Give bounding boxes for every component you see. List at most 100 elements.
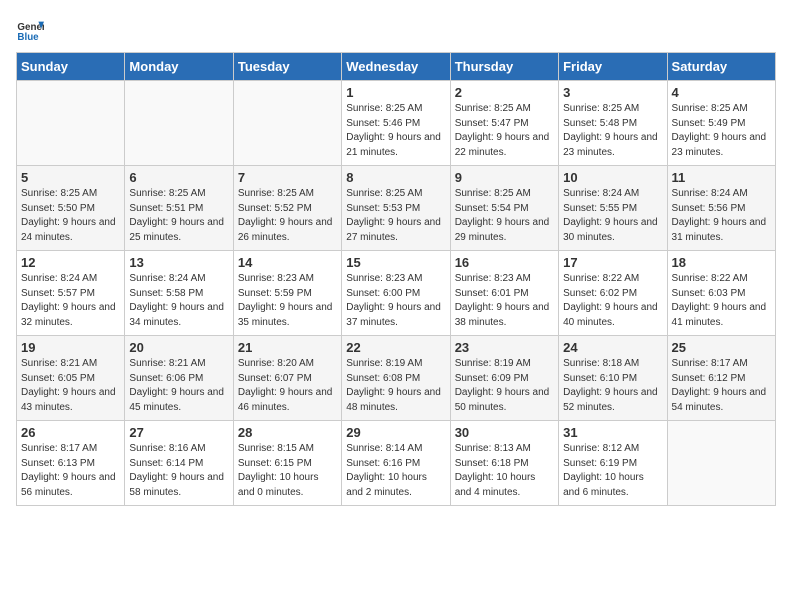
header: General Blue bbox=[16, 16, 776, 44]
daylight-text: Daylight: 9 hours and 56 minutes. bbox=[21, 472, 116, 498]
sunset-text: Sunset: 6:14 PM bbox=[129, 458, 203, 469]
day-number: 4 bbox=[672, 85, 771, 100]
logo-icon: General Blue bbox=[16, 16, 44, 44]
calendar-cell: 16 Sunrise: 8:23 AM Sunset: 6:01 PM Dayl… bbox=[450, 251, 558, 336]
sunset-text: Sunset: 6:03 PM bbox=[672, 288, 746, 299]
sunrise-text: Sunrise: 8:21 AM bbox=[129, 358, 205, 369]
daylight-text: Daylight: 9 hours and 27 minutes. bbox=[346, 217, 441, 243]
day-number: 15 bbox=[346, 255, 445, 270]
day-number: 24 bbox=[563, 340, 662, 355]
weekday-header-tuesday: Tuesday bbox=[233, 53, 341, 81]
sunset-text: Sunset: 6:08 PM bbox=[346, 373, 420, 384]
sunset-text: Sunset: 5:52 PM bbox=[238, 203, 312, 214]
sunset-text: Sunset: 5:46 PM bbox=[346, 118, 420, 129]
sunset-text: Sunset: 5:54 PM bbox=[455, 203, 529, 214]
day-info: Sunrise: 8:18 AM Sunset: 6:10 PM Dayligh… bbox=[563, 357, 662, 415]
sunrise-text: Sunrise: 8:13 AM bbox=[455, 443, 531, 454]
day-number: 13 bbox=[129, 255, 228, 270]
daylight-text: Daylight: 9 hours and 26 minutes. bbox=[238, 217, 333, 243]
daylight-text: Daylight: 9 hours and 45 minutes. bbox=[129, 387, 224, 413]
sunrise-text: Sunrise: 8:17 AM bbox=[672, 358, 748, 369]
day-info: Sunrise: 8:15 AM Sunset: 6:15 PM Dayligh… bbox=[238, 442, 337, 500]
calendar-cell: 7 Sunrise: 8:25 AM Sunset: 5:52 PM Dayli… bbox=[233, 166, 341, 251]
calendar-cell: 21 Sunrise: 8:20 AM Sunset: 6:07 PM Dayl… bbox=[233, 336, 341, 421]
sunset-text: Sunset: 5:59 PM bbox=[238, 288, 312, 299]
sunset-text: Sunset: 6:09 PM bbox=[455, 373, 529, 384]
sunset-text: Sunset: 6:13 PM bbox=[21, 458, 95, 469]
day-number: 22 bbox=[346, 340, 445, 355]
daylight-text: Daylight: 9 hours and 48 minutes. bbox=[346, 387, 441, 413]
sunset-text: Sunset: 5:51 PM bbox=[129, 203, 203, 214]
calendar-cell: 1 Sunrise: 8:25 AM Sunset: 5:46 PM Dayli… bbox=[342, 81, 450, 166]
daylight-text: Daylight: 10 hours and 4 minutes. bbox=[455, 472, 536, 498]
daylight-text: Daylight: 9 hours and 35 minutes. bbox=[238, 302, 333, 328]
sunrise-text: Sunrise: 8:25 AM bbox=[238, 188, 314, 199]
day-info: Sunrise: 8:25 AM Sunset: 5:53 PM Dayligh… bbox=[346, 187, 445, 245]
week-row-2: 5 Sunrise: 8:25 AM Sunset: 5:50 PM Dayli… bbox=[17, 166, 776, 251]
calendar-cell: 23 Sunrise: 8:19 AM Sunset: 6:09 PM Dayl… bbox=[450, 336, 558, 421]
daylight-text: Daylight: 9 hours and 31 minutes. bbox=[672, 217, 767, 243]
sunrise-text: Sunrise: 8:23 AM bbox=[346, 273, 422, 284]
sunrise-text: Sunrise: 8:16 AM bbox=[129, 443, 205, 454]
sunset-text: Sunset: 6:07 PM bbox=[238, 373, 312, 384]
sunrise-text: Sunrise: 8:12 AM bbox=[563, 443, 639, 454]
calendar-cell bbox=[125, 81, 233, 166]
weekday-header-thursday: Thursday bbox=[450, 53, 558, 81]
day-info: Sunrise: 8:22 AM Sunset: 6:02 PM Dayligh… bbox=[563, 272, 662, 330]
day-number: 20 bbox=[129, 340, 228, 355]
daylight-text: Daylight: 9 hours and 43 minutes. bbox=[21, 387, 116, 413]
weekday-header-saturday: Saturday bbox=[667, 53, 775, 81]
sunrise-text: Sunrise: 8:24 AM bbox=[21, 273, 97, 284]
day-number: 2 bbox=[455, 85, 554, 100]
day-info: Sunrise: 8:23 AM Sunset: 6:00 PM Dayligh… bbox=[346, 272, 445, 330]
calendar-cell: 27 Sunrise: 8:16 AM Sunset: 6:14 PM Dayl… bbox=[125, 421, 233, 506]
sunset-text: Sunset: 6:18 PM bbox=[455, 458, 529, 469]
sunrise-text: Sunrise: 8:19 AM bbox=[346, 358, 422, 369]
sunrise-text: Sunrise: 8:23 AM bbox=[238, 273, 314, 284]
day-number: 29 bbox=[346, 425, 445, 440]
day-info: Sunrise: 8:25 AM Sunset: 5:51 PM Dayligh… bbox=[129, 187, 228, 245]
sunset-text: Sunset: 6:02 PM bbox=[563, 288, 637, 299]
sunset-text: Sunset: 5:49 PM bbox=[672, 118, 746, 129]
sunset-text: Sunset: 5:56 PM bbox=[672, 203, 746, 214]
week-row-3: 12 Sunrise: 8:24 AM Sunset: 5:57 PM Dayl… bbox=[17, 251, 776, 336]
sunset-text: Sunset: 6:06 PM bbox=[129, 373, 203, 384]
calendar-cell: 30 Sunrise: 8:13 AM Sunset: 6:18 PM Dayl… bbox=[450, 421, 558, 506]
day-info: Sunrise: 8:20 AM Sunset: 6:07 PM Dayligh… bbox=[238, 357, 337, 415]
daylight-text: Daylight: 9 hours and 22 minutes. bbox=[455, 132, 550, 158]
calendar-cell: 22 Sunrise: 8:19 AM Sunset: 6:08 PM Dayl… bbox=[342, 336, 450, 421]
sunrise-text: Sunrise: 8:19 AM bbox=[455, 358, 531, 369]
sunrise-text: Sunrise: 8:22 AM bbox=[672, 273, 748, 284]
calendar-cell: 15 Sunrise: 8:23 AM Sunset: 6:00 PM Dayl… bbox=[342, 251, 450, 336]
day-number: 3 bbox=[563, 85, 662, 100]
sunrise-text: Sunrise: 8:25 AM bbox=[455, 103, 531, 114]
daylight-text: Daylight: 10 hours and 6 minutes. bbox=[563, 472, 644, 498]
day-number: 26 bbox=[21, 425, 120, 440]
daylight-text: Daylight: 9 hours and 25 minutes. bbox=[129, 217, 224, 243]
day-info: Sunrise: 8:24 AM Sunset: 5:57 PM Dayligh… bbox=[21, 272, 120, 330]
daylight-text: Daylight: 9 hours and 58 minutes. bbox=[129, 472, 224, 498]
daylight-text: Daylight: 9 hours and 38 minutes. bbox=[455, 302, 550, 328]
sunrise-text: Sunrise: 8:25 AM bbox=[21, 188, 97, 199]
calendar-cell: 6 Sunrise: 8:25 AM Sunset: 5:51 PM Dayli… bbox=[125, 166, 233, 251]
day-number: 8 bbox=[346, 170, 445, 185]
calendar-cell: 25 Sunrise: 8:17 AM Sunset: 6:12 PM Dayl… bbox=[667, 336, 775, 421]
calendar-cell bbox=[233, 81, 341, 166]
daylight-text: Daylight: 9 hours and 50 minutes. bbox=[455, 387, 550, 413]
sunrise-text: Sunrise: 8:25 AM bbox=[346, 188, 422, 199]
sunrise-text: Sunrise: 8:15 AM bbox=[238, 443, 314, 454]
calendar-cell: 19 Sunrise: 8:21 AM Sunset: 6:05 PM Dayl… bbox=[17, 336, 125, 421]
sunrise-text: Sunrise: 8:23 AM bbox=[455, 273, 531, 284]
svg-text:Blue: Blue bbox=[17, 32, 39, 43]
sunrise-text: Sunrise: 8:17 AM bbox=[21, 443, 97, 454]
day-info: Sunrise: 8:23 AM Sunset: 5:59 PM Dayligh… bbox=[238, 272, 337, 330]
daylight-text: Daylight: 9 hours and 21 minutes. bbox=[346, 132, 441, 158]
sunrise-text: Sunrise: 8:24 AM bbox=[672, 188, 748, 199]
sunrise-text: Sunrise: 8:24 AM bbox=[563, 188, 639, 199]
day-number: 30 bbox=[455, 425, 554, 440]
calendar-cell bbox=[17, 81, 125, 166]
sunrise-text: Sunrise: 8:25 AM bbox=[563, 103, 639, 114]
weekday-header-row: SundayMondayTuesdayWednesdayThursdayFrid… bbox=[17, 53, 776, 81]
daylight-text: Daylight: 9 hours and 34 minutes. bbox=[129, 302, 224, 328]
weekday-header-sunday: Sunday bbox=[17, 53, 125, 81]
